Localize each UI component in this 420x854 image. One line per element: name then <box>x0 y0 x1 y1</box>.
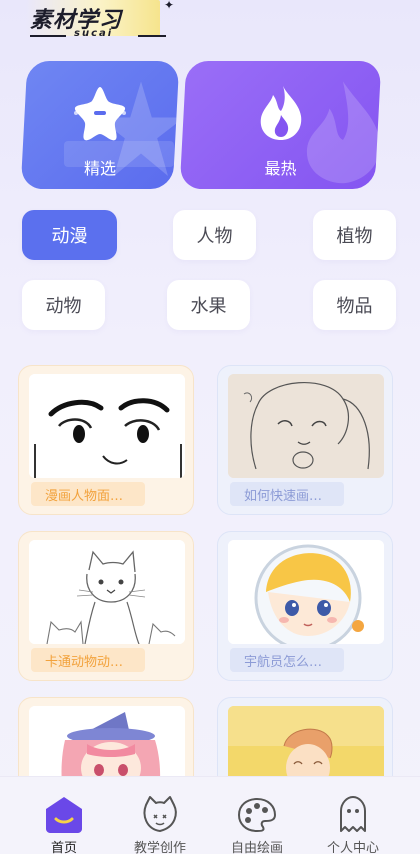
astronaut-image <box>228 540 384 644</box>
tab-label: 自由绘画 <box>230 841 283 854</box>
cat-sketch-thumbnail <box>29 540 185 644</box>
category-fruit-chip[interactable]: 水果 <box>167 280 250 330</box>
tab-label: 首页 <box>50 841 77 854</box>
category-animals-chip[interactable]: 动物 <box>22 280 105 330</box>
category-label: 动漫 <box>51 226 88 247</box>
category-label: 动物 <box>45 296 82 317</box>
material-card[interactable]: 如何快速画… <box>217 365 393 515</box>
tab-profile[interactable]: 个人中心 <box>308 777 398 854</box>
tab-free-draw[interactable]: 自由绘画 <box>212 777 302 854</box>
tab-teaching[interactable]: 教学创作 <box>115 777 205 854</box>
tab-label: 个人中心 <box>326 841 379 854</box>
flame-icon <box>260 86 301 140</box>
bottom-tab-bar: 首页 教学创作 自由绘画 个人中心 <box>0 776 420 854</box>
category-people-chip[interactable]: 人物 <box>173 210 256 260</box>
featured-card[interactable]: 精选 <box>20 61 180 189</box>
cat-icon <box>143 796 177 832</box>
hottest-label: 最热 <box>264 159 297 178</box>
category-anime-chip[interactable]: 动漫 <box>22 210 117 260</box>
category-label: 植物 <box>336 226 373 247</box>
category-items-chip[interactable]: 物品 <box>313 280 396 330</box>
category-plants-chip[interactable]: 植物 <box>313 210 396 260</box>
material-title: 如何快速画… <box>230 482 344 506</box>
girl-sketch-thumbnail <box>228 374 384 478</box>
tab-label: 教学创作 <box>133 841 186 854</box>
palette-icon <box>237 797 277 833</box>
category-label: 人物 <box>196 226 233 247</box>
eyes-sketch-image <box>29 374 185 478</box>
material-title: 卡通动物动… <box>31 648 145 672</box>
eyes-sketch-thumbnail <box>29 374 185 478</box>
sparkle-icon: ✦ <box>164 0 175 12</box>
category-label: 水果 <box>190 296 227 317</box>
astronaut-thumbnail <box>228 540 384 644</box>
material-card[interactable]: 卡通动物动… <box>18 531 194 681</box>
material-card[interactable]: 漫画人物面… <box>18 365 194 515</box>
category-label: 物品 <box>336 296 373 317</box>
home-icon <box>46 797 82 833</box>
logo-subtitle: sucai <box>74 28 114 39</box>
ghost-icon <box>340 796 366 832</box>
featured-label: 精选 <box>83 159 116 178</box>
tab-home[interactable]: 首页 <box>19 777 109 854</box>
girl-sketch-image <box>228 374 384 478</box>
star-icon <box>74 87 126 141</box>
material-card[interactable]: 宇航员怎么… <box>217 531 393 681</box>
hottest-card[interactable]: 最热 <box>179 61 382 189</box>
material-title: 漫画人物面… <box>31 482 145 506</box>
app-logo: 素材学习 sucai ✦ <box>26 0 174 44</box>
logo-underline-right <box>138 35 166 37</box>
material-title: 宇航员怎么… <box>230 648 344 672</box>
logo-underline-left <box>30 35 66 37</box>
cat-sketch-image <box>29 540 185 644</box>
